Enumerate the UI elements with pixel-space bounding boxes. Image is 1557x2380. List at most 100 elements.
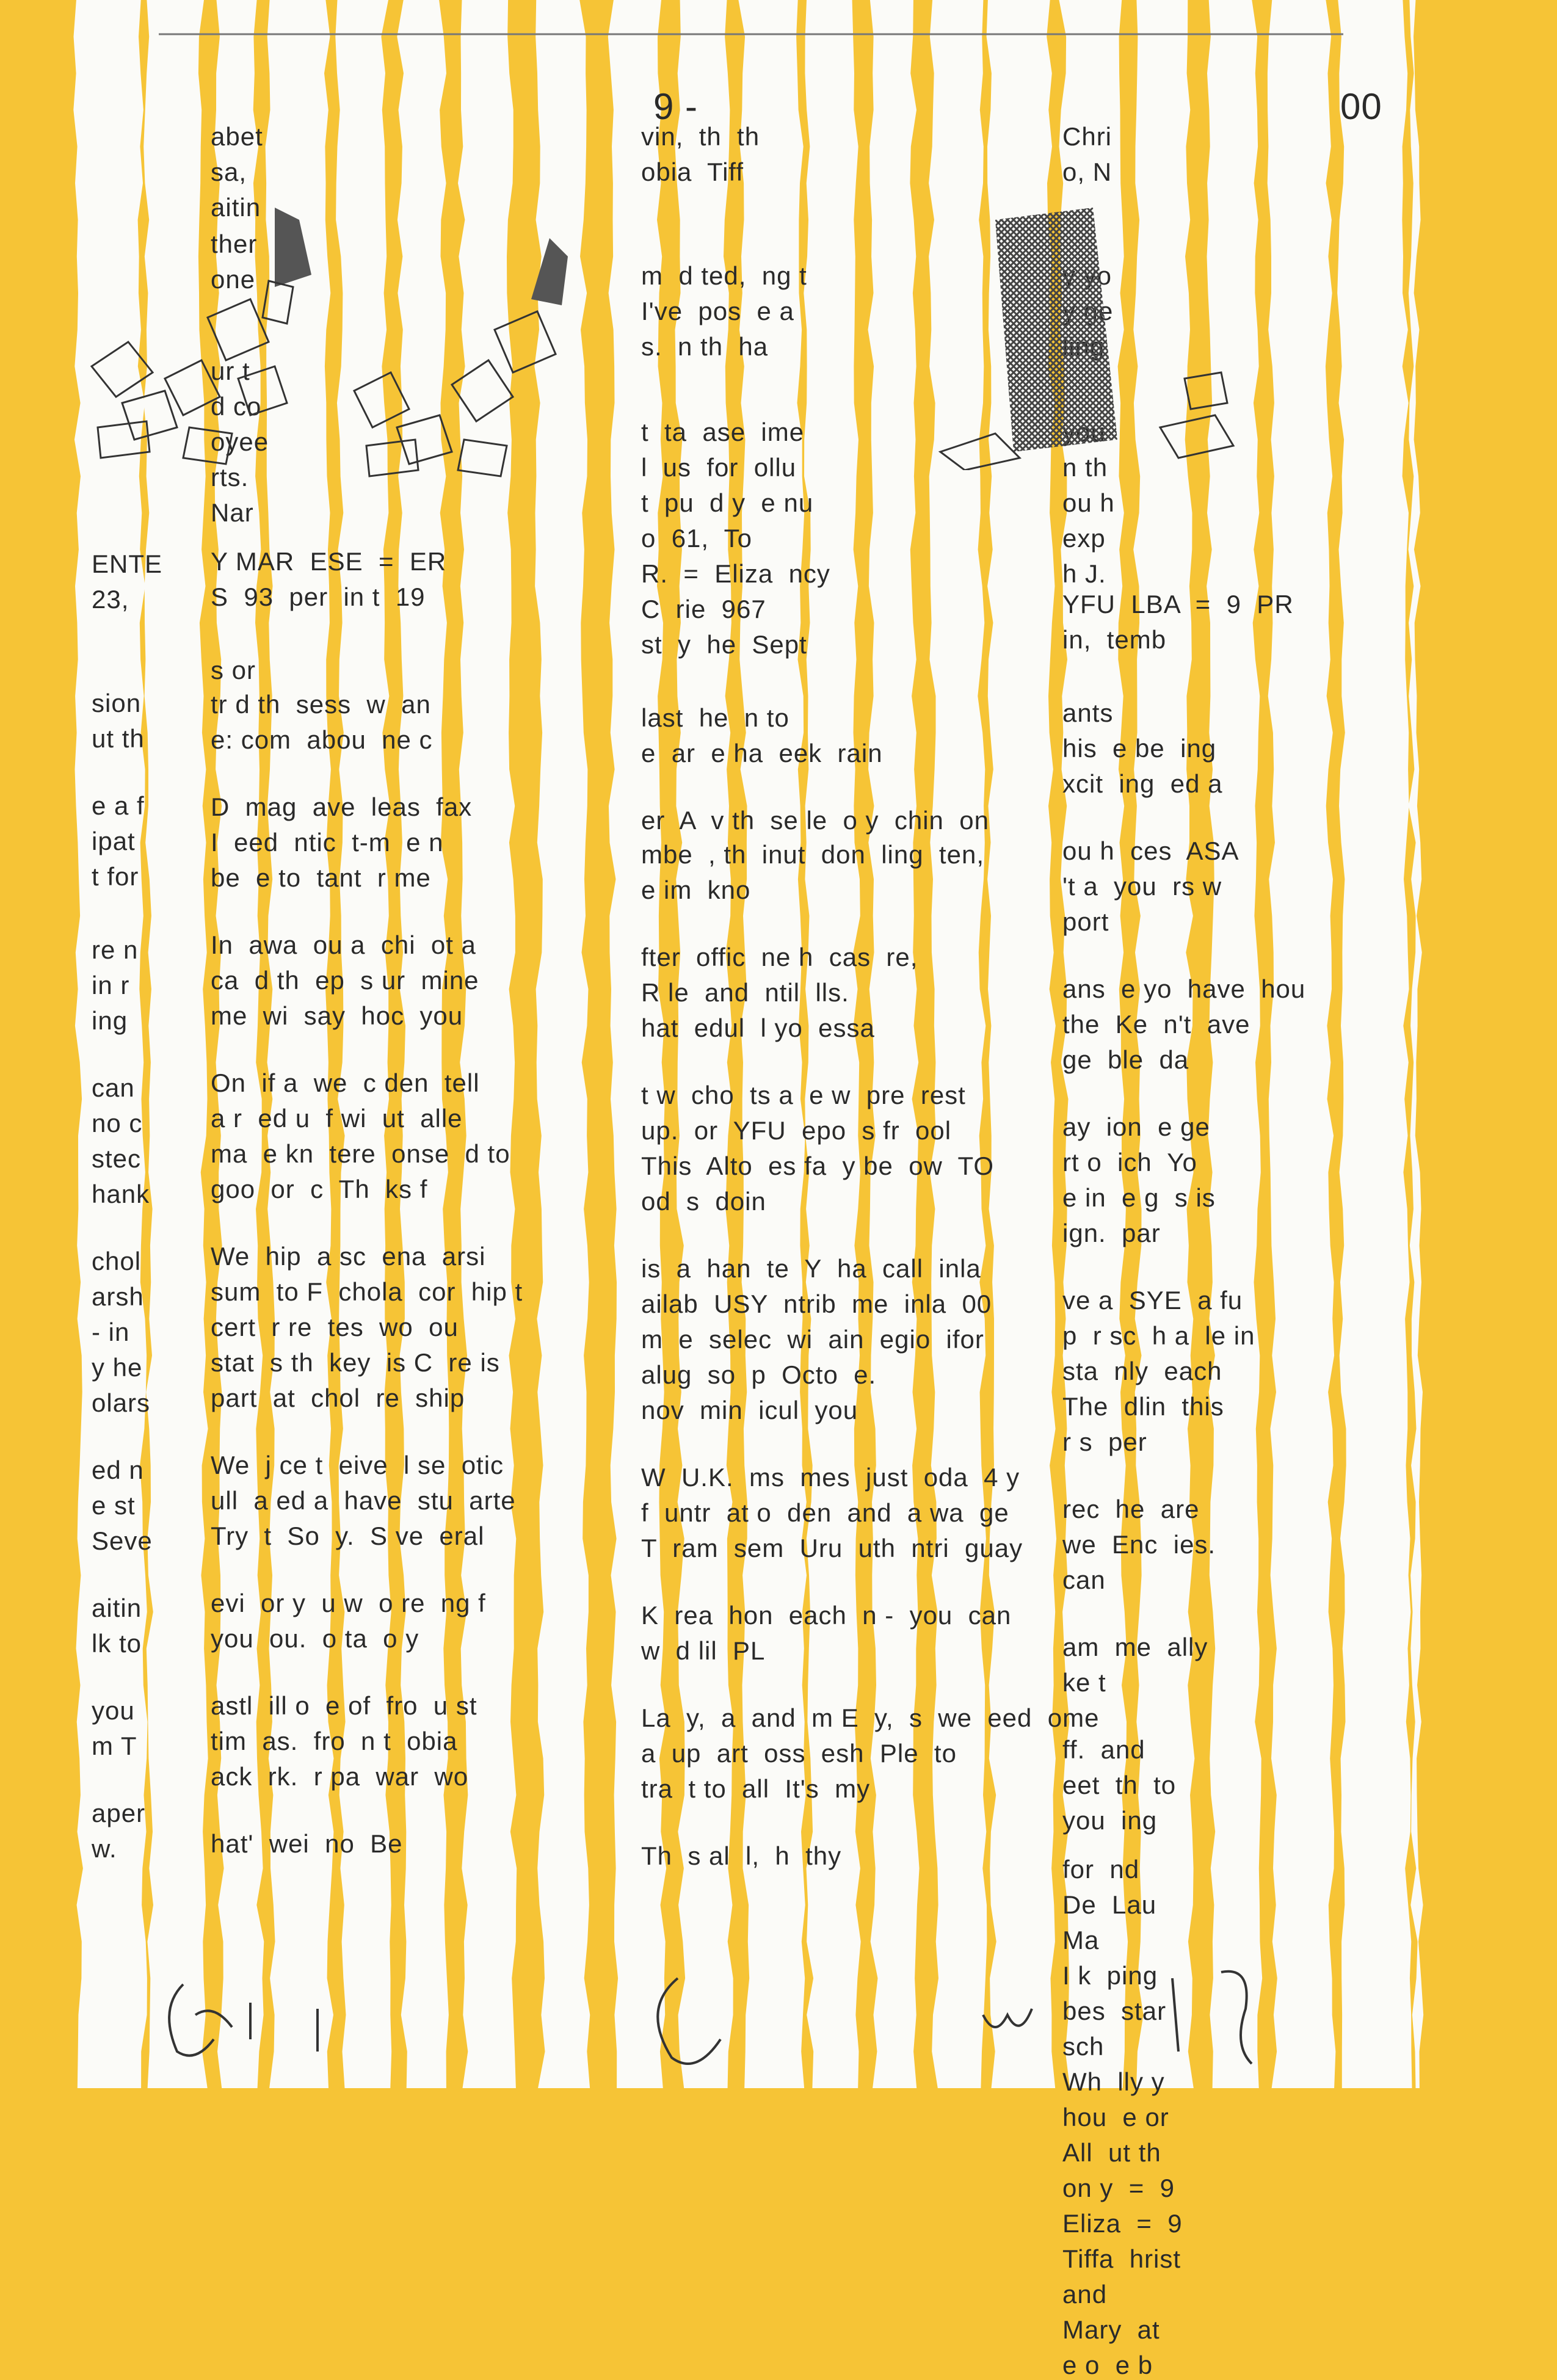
left-fragment-lines-12: stec [92,1144,142,1173]
right-fragment-lines-5: t ta ase ime [641,418,805,446]
paper-strip-19 [1267,0,1336,2088]
left-fragment-lines-13: hank [92,1180,150,1208]
left-fragment-lines-16: - in [92,1318,130,1346]
far-right-fragment-lines-8: exp [1062,524,1106,553]
far-right-fragment-lines-52: e o e b [1062,2351,1153,2379]
middle-fragment-lines-28: stat s th key is C re is [211,1348,500,1377]
paper-strip-20 [1337,0,1412,2088]
right-fragment-lines-11: st y he Sept [641,630,807,659]
left-fragment-lines-25: m T [92,1732,137,1760]
far-right-fragment-lines-25: ve a SYE a fu [1062,1286,1243,1315]
right-fragment-lines-34: La y, a and m E y, s we eed ome [641,1703,1100,1732]
far-right-fragment-lines-22: rt o ich Yo [1062,1148,1197,1177]
far-right-fragment-lines-38: for nd [1062,1855,1140,1884]
far-right-fragment-lines-48: Eliza = 9 [1062,2209,1183,2238]
middle-fragment-lines-14: e: com abou ne c [211,725,433,754]
middle-fragment-lines-33: evi or y u w o re ng f [211,1589,486,1617]
left-fragment-lines-24: you [92,1696,135,1725]
middle-fragment-lines-18: In awa ou a chi ot a [211,931,476,959]
right-fragment-lines-4: s. n th ha [641,332,769,361]
middle-fragment-lines-27: cert r re tes wo ou [211,1313,459,1341]
right-fragment-lines-24: is a han te Y ha call inla [641,1254,981,1283]
right-fragment-lines-9: R. = Eliza ncy [641,559,830,588]
far-right-fragment-lines-46: All ut th [1062,2138,1161,2167]
right-fragment-lines-26: m e selec wi ain egio ifor [641,1325,984,1354]
middle-fragment-lines-1: sa, [211,158,247,186]
middle-fragment-lines-20: me wi say hoc you [211,1001,463,1030]
right-fragment-lines-36: tra t to all It's my [641,1774,871,1803]
far-right-fragment-lines-13: his e be ing [1062,734,1217,763]
left-fragment-lines-6: t for [92,862,139,891]
handwritten-signature-right [1171,1970,1253,2065]
right-fragment-lines-6: l us for ollu [641,453,797,482]
far-right-fragment-lines-15: ou h ces ASA [1062,836,1239,865]
middle-fragment-lines-17: be e to tant r me [211,863,431,892]
right-fragment-lines-10: C rie 967 [641,595,766,623]
left-fragment-lines-4: e a f [92,791,145,820]
middle-fragment-lines-0: abet [211,122,263,151]
far-right-fragment-lines-29: r s per [1062,1428,1147,1456]
middle-fragment-lines-12: s or [211,656,256,684]
far-right-fragment-lines-21: ay ion e ge [1062,1112,1210,1141]
far-right-fragment-lines-10: YFU LBA = 9 PR [1062,590,1294,619]
far-right-fragment-lines-37: you ing [1062,1806,1158,1835]
far-right-fragment-lines-31: we Enc ies. [1062,1530,1216,1559]
right-fragment-lines-37: Th s al l, h thy [641,1841,842,1870]
far-right-fragment-lines-47: on y = 9 [1062,2174,1175,2202]
middle-fragment-lines-11: S 93 per in t 19 [211,582,426,611]
far-right-fragment-lines-24: ign. par [1062,1219,1161,1247]
right-fragment-lines-13: e ar e ha eek rain [641,739,883,767]
right-fragment-lines-33: w d lil PL [641,1636,766,1665]
middle-fragment-lines-34: you ou. o ta o y [211,1624,419,1653]
left-fragment-lines-18: olars [92,1388,151,1417]
right-fragment-lines-32: K rea hon each n - you can [641,1601,1012,1630]
left-fragment-lines-9: ing [92,1006,128,1035]
far-right-fragment-lines-35: ff. and [1062,1735,1145,1764]
left-fragment-lines-27: w. [92,1834,117,1863]
far-right-fragment-lines-0: Chri [1062,122,1112,151]
right-fragment-lines-35: a up art oss esh Ple to [641,1739,957,1768]
right-fragment-lines-25: ailab USY ntrib me inla 00 [641,1290,992,1318]
far-right-fragment-lines-43: sch [1062,2032,1105,2061]
left-fragment-lines-8: in r [92,971,130,1000]
far-right-fragment-lines-51: Mary at [1062,2315,1160,2344]
middle-fragment-lines-29: part at chol re ship [211,1384,465,1412]
far-right-fragment-lines-20: ge ble da [1062,1045,1189,1074]
right-fragment-lines-17: fter offic ne h cas re, [641,943,918,971]
right-fragment-lines-27: alug so p Octo e. [641,1360,877,1389]
middle-fragment-lines-15: D mag ave leas fax [211,793,473,821]
far-right-fragment-lines-39: De Lau [1062,1890,1157,1919]
right-fragment-lines-18: R le and ntil lls. [641,978,849,1007]
far-right-fragment-lines-34: ke t [1062,1668,1106,1697]
right-fragment-lines-3: I've pos e a [641,297,794,325]
far-right-fragment-lines-17: port [1062,907,1109,936]
middle-fragment-lines-35: astl ill o e of fro u st [211,1691,477,1720]
right-fragment-lines-1: obia Tiff [641,158,744,186]
left-fragment-lines-11: no c [92,1109,143,1137]
handwritten-signature-left [168,1983,319,2057]
far-right-fragment-lines-19: the Ke n't ave [1062,1010,1250,1039]
right-fragment-lines-7: t pu d y e nu [641,488,814,517]
far-right-fragment-lines-49: Tiffa hrist [1062,2244,1181,2273]
far-right-fragment-lines-27: sta nly each [1062,1357,1222,1385]
far-right-fragment-lines-33: am me ally [1062,1633,1208,1661]
middle-fragment-lines-10: Y MAR ESE = ER [211,547,447,576]
right-fragment-lines-29: W U.K. ms mes just oda 4 y [641,1463,1020,1492]
far-right-fragment-lines-30: rec he are [1062,1495,1200,1523]
right-fragment-lines-15: mbe , th inut don ling ten, [641,840,984,869]
far-right-fragment-lines-1: o, N [1062,158,1112,186]
right-fragment-lines-2: m d ted, ng t [641,261,807,290]
middle-fragment-lines-30: We j ce t eive l se otic [211,1451,504,1479]
middle-fragment-lines-9: Nar [211,498,254,527]
far-right-fragment-lines-45: hou e or [1062,2103,1169,2131]
right-fragment-lines-22: This Alto es fa y be ow TO [641,1152,995,1180]
left-fragment-lines-14: chol [92,1247,142,1275]
right-fragment-lines-23: od s doin [641,1187,766,1216]
left-fragment-lines-10: can [92,1073,135,1102]
far-right-fragment-lines-41: I k ping [1062,1961,1158,1990]
left-fragment-lines-23: lk to [92,1629,142,1658]
middle-fragment-lines-37: ack rk. r pa war wo [211,1762,469,1791]
right-fragment-lines-31: T ram sem Uru uth ntri guay [641,1534,1023,1562]
right-fragment-lines-0: vin, th th [641,122,760,151]
left-fragment-lines-3: ut th [92,724,145,753]
